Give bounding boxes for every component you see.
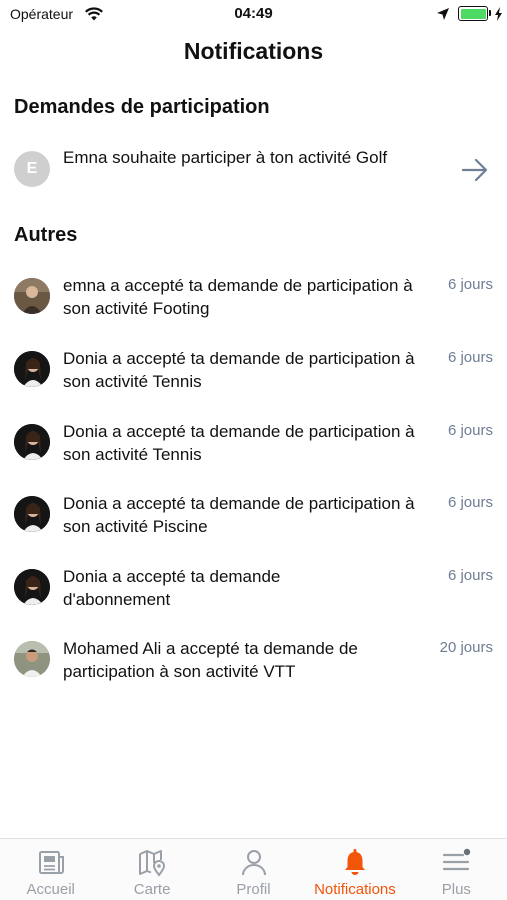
notification-time: 6 jours [447, 494, 493, 511]
tab-profil[interactable]: Profil [203, 839, 304, 900]
request-text: Emna souhaite participer à ton activité … [63, 148, 388, 167]
list-item[interactable]: Donia a accepté ta demande de participat… [0, 492, 507, 542]
location-icon [437, 8, 449, 20]
battery-tip [489, 10, 491, 16]
notification-text: Donia a accepté ta demande de participat… [63, 422, 415, 464]
notification-text: Mohamed Ali a accepté ta demande de part… [63, 639, 358, 681]
notification-text: Donia a accepté ta demande de participat… [63, 494, 415, 536]
section-title-others: Autres [14, 224, 78, 246]
tab-label: Accueil [26, 881, 75, 898]
avatar [14, 351, 50, 387]
avatar [14, 424, 50, 460]
section-title-requests: Demandes de participation [14, 96, 270, 118]
notification-time: 6 jours [447, 567, 493, 584]
battery-icon [458, 6, 488, 21]
avatar [14, 569, 50, 605]
tab-bar: Accueil Carte Profil Notifications Plus [0, 838, 507, 900]
map-icon [139, 850, 166, 877]
news-icon [38, 851, 64, 874]
avatar [14, 641, 50, 677]
list-item[interactable]: Donia a accepté ta demande d'abonnement … [0, 565, 507, 615]
tab-label: Profil [236, 881, 271, 898]
list-item[interactable]: emna a accepté ta demande de participati… [0, 274, 507, 324]
tab-label: Carte [133, 881, 171, 898]
notification-time: 20 jours [439, 639, 493, 656]
menu-icon [443, 848, 471, 871]
page-title: Notifications [183, 38, 324, 64]
status-time: 04:49 [234, 5, 273, 22]
tab-accueil[interactable]: Accueil [0, 839, 101, 900]
bell-icon [344, 849, 365, 875]
tab-label: Plus [441, 881, 471, 898]
tab-carte[interactable]: Carte [101, 839, 202, 900]
notification-text: Donia a accepté ta demande d'abonnement [63, 567, 281, 609]
tab-plus[interactable]: Plus [406, 839, 507, 900]
list-item[interactable]: Donia a accepté ta demande de participat… [0, 347, 507, 397]
list-item[interactable]: Mohamed Ali a accepté ta demande de part… [0, 637, 507, 687]
tab-notifications[interactable]: Notifications [304, 839, 405, 900]
charging-icon [495, 7, 502, 21]
tab-label: Notifications [314, 881, 396, 898]
list-item[interactable]: Donia a accepté ta demande de participat… [0, 420, 507, 470]
status-bar: Opérateur 04:49 [0, 0, 507, 28]
notification-time: 6 jours [447, 276, 493, 293]
notification-text: Donia a accepté ta demande de participat… [63, 349, 415, 391]
avatar: E [14, 151, 50, 187]
arrow-right-icon[interactable] [461, 158, 489, 182]
notification-text: emna a accepté ta demande de participati… [63, 276, 413, 318]
request-item[interactable]: E Emna souhaite participer à ton activit… [0, 146, 507, 196]
profile-icon [241, 850, 266, 876]
avatar [14, 278, 50, 314]
notification-time: 6 jours [447, 422, 493, 439]
notification-time: 6 jours [447, 349, 493, 366]
avatar [14, 496, 50, 532]
